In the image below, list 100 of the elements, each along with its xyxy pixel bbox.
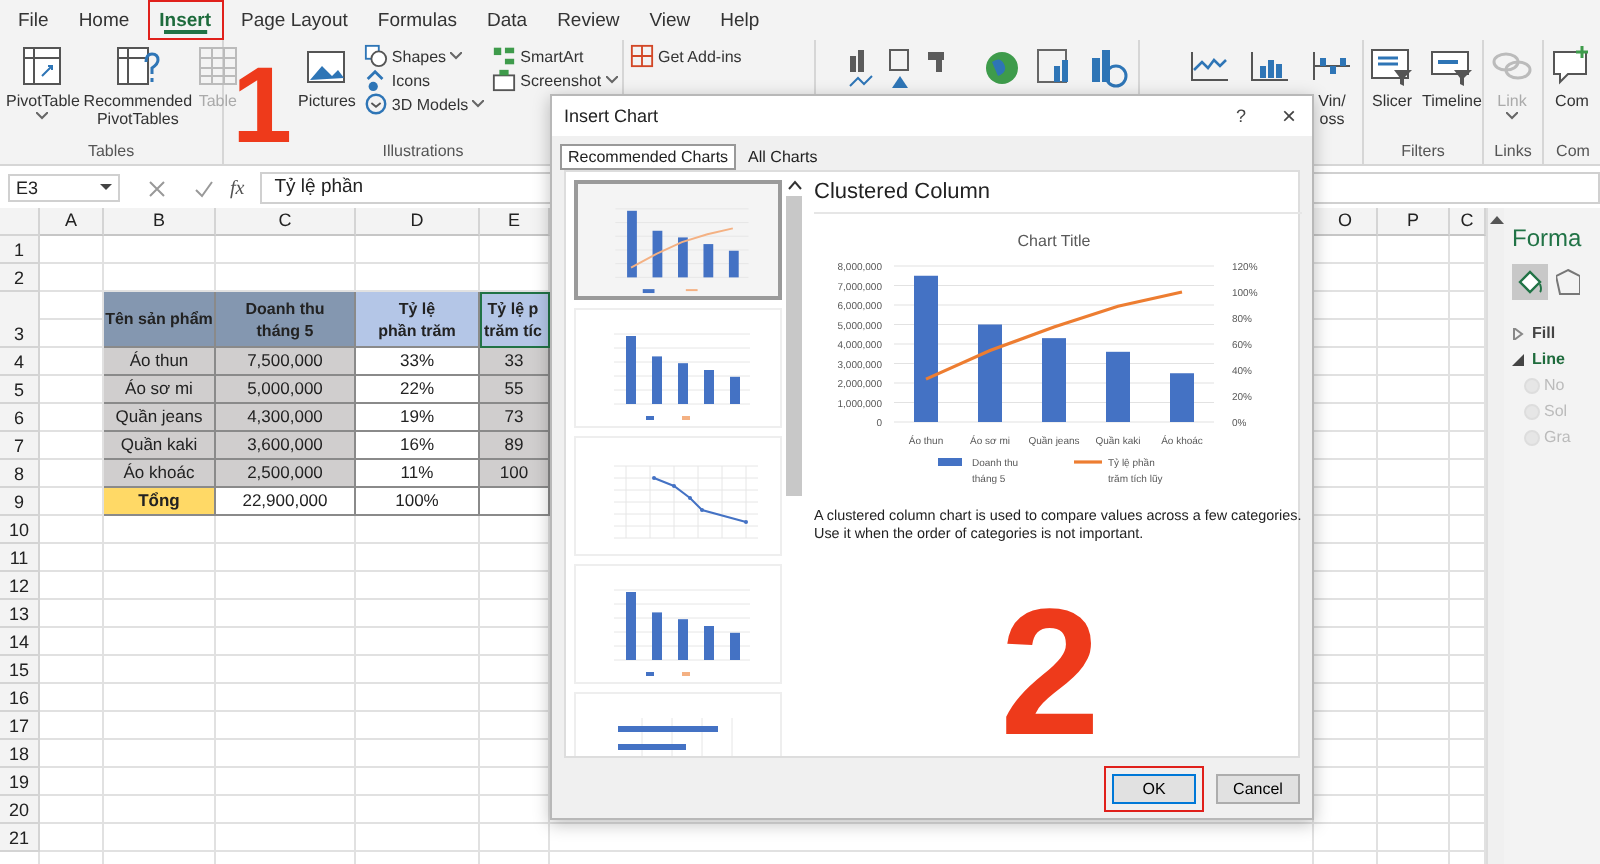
caret-icon xyxy=(450,52,463,60)
row-header[interactable]: 13 xyxy=(0,600,40,628)
row-header[interactable]: 9 xyxy=(0,488,40,516)
ribbon-button[interactable]: Vin/ oss xyxy=(1306,44,1358,128)
scroll-up-icon[interactable] xyxy=(1489,214,1503,226)
ribbon-button[interactable]: Com xyxy=(1548,44,1596,110)
cancel-icon[interactable] xyxy=(148,179,166,197)
ribbon-tab[interactable]: Insert xyxy=(147,0,224,40)
ribbon-tab[interactable]: Help xyxy=(708,0,772,40)
name-box[interactable]: E3 xyxy=(8,174,120,202)
table-cell: 33% xyxy=(356,348,480,376)
table-cell: Áo khoác xyxy=(104,460,216,488)
dialog-button[interactable]: Cancel xyxy=(1216,773,1300,803)
table-cell: Doanh thu tháng 5 xyxy=(216,292,356,348)
ribbon-tab[interactable]: Page Layout xyxy=(229,0,360,40)
pivot-chart-icon[interactable] xyxy=(1036,48,1072,88)
row-header[interactable]: 21 xyxy=(0,824,40,852)
table-cell: 7,500,000 xyxy=(216,348,356,376)
row-header[interactable]: 3 xyxy=(0,292,40,348)
table-cell: Áo sơ mi xyxy=(104,376,216,404)
ribbon-button[interactable]: Slicer xyxy=(1368,44,1416,110)
map-chart-icon[interactable] xyxy=(1088,48,1128,88)
row-header[interactable]: 2 xyxy=(0,264,40,292)
ribbon-button[interactable]: Timeline xyxy=(1420,44,1484,110)
row-header[interactable]: 10 xyxy=(0,516,40,544)
table-cell: 4,300,000 xyxy=(216,404,356,432)
ribbon-button[interactable]: Pictures xyxy=(296,44,358,110)
table-cell: Tên sản phẩm xyxy=(104,292,216,348)
row-header[interactable]: 12 xyxy=(0,572,40,600)
table-cell: Tỷ lệ p trăm tíc xyxy=(480,292,550,348)
table-cell: Quần jeans xyxy=(104,404,216,432)
ribbon-tab[interactable]: Review xyxy=(545,0,632,40)
column-header[interactable]: A xyxy=(40,208,104,236)
row-header[interactable]: 5 xyxy=(0,376,40,404)
ribbon-button[interactable]: SmartArt xyxy=(490,44,620,68)
group-label: Filters xyxy=(1399,142,1447,160)
row-header[interactable]: 17 xyxy=(0,712,40,740)
column-header[interactable]: D xyxy=(356,208,480,236)
table-cell: 33 xyxy=(480,348,550,376)
column-header[interactable]: B xyxy=(104,208,216,236)
column-header[interactable]: C xyxy=(1450,208,1486,236)
table-cell: Tổng xyxy=(104,488,216,516)
check-icon[interactable] xyxy=(194,179,214,197)
collapsed-arrow-icon xyxy=(1512,327,1524,339)
table-cell: Tỷ lệ phần trăm xyxy=(356,292,480,348)
table-cell: Quần kaki xyxy=(104,432,216,460)
paint-bucket-icon[interactable] xyxy=(1512,264,1548,300)
ribbon-button[interactable]: Screenshot xyxy=(490,68,620,92)
caret-icon xyxy=(1506,112,1518,120)
ribbon-button[interactable]: PivotTable xyxy=(4,44,82,120)
table-cell: 3,600,000 xyxy=(216,432,356,460)
close-button[interactable]: × xyxy=(1277,102,1300,130)
ribbon-button[interactable]: Shapes xyxy=(361,44,487,68)
column-header[interactable]: O xyxy=(1314,208,1378,236)
ribbon-button[interactable]: 3D Models xyxy=(361,92,487,116)
chart-type-title: Clustered Column xyxy=(814,180,1302,214)
scrollbar[interactable] xyxy=(1486,208,1504,864)
column-header[interactable]: P xyxy=(1378,208,1450,236)
section-toggle[interactable]: Fill xyxy=(1512,324,1556,342)
group-label: Tables xyxy=(85,142,137,160)
row-header[interactable]: 15 xyxy=(0,656,40,684)
section-toggle[interactable]: Line xyxy=(1512,350,1565,368)
caret-icon xyxy=(605,76,618,84)
screenshot-icon xyxy=(492,68,517,92)
dialog-title: Insert Chart xyxy=(564,106,659,126)
column-header[interactable]: E xyxy=(480,208,550,236)
function-button[interactable]: fx xyxy=(230,177,245,199)
row-header[interactable]: 6 xyxy=(0,404,40,432)
dialog-tab[interactable]: All Charts xyxy=(740,144,826,170)
scroll-up-icon[interactable] xyxy=(787,180,801,190)
caret-icon xyxy=(100,184,112,192)
group-label: Com xyxy=(1554,142,1592,160)
ribbon-button[interactable]: Recommended PivotTables xyxy=(85,44,190,128)
ribbon-tab[interactable]: Data xyxy=(474,0,540,40)
row-header[interactable]: 19 xyxy=(0,768,40,796)
table-cell: Áo thun xyxy=(104,348,216,376)
column-header[interactable]: C xyxy=(216,208,356,236)
smartart-icon xyxy=(492,44,517,68)
ribbon-button[interactable]: Icons xyxy=(361,68,487,92)
row-header[interactable]: 18 xyxy=(0,740,40,768)
ribbon-button[interactable]: Get Add-ins xyxy=(628,44,744,68)
row-header[interactable]: 4 xyxy=(0,348,40,376)
ribbon-tab[interactable]: Home xyxy=(66,0,142,40)
globe-icon[interactable] xyxy=(984,50,1020,86)
dialog-tab[interactable]: Recommended Charts xyxy=(560,144,737,170)
row-header[interactable]: 8 xyxy=(0,460,40,488)
row-header[interactable]: 20 xyxy=(0,796,40,824)
row-header[interactable]: 14 xyxy=(0,628,40,656)
row-header[interactable]: 7 xyxy=(0,432,40,460)
add-ins-icon xyxy=(630,44,654,68)
ribbon-tab[interactable]: File xyxy=(6,0,61,40)
row-header[interactable]: 1 xyxy=(0,236,40,264)
row-header[interactable]: 11 xyxy=(0,544,40,572)
ribbon-tab[interactable]: Formulas xyxy=(365,0,469,40)
ok-button[interactable]: OK xyxy=(1112,773,1196,803)
pentagon-icon[interactable] xyxy=(1556,266,1580,298)
help-button[interactable]: ? xyxy=(1231,102,1250,130)
row-header[interactable]: 16 xyxy=(0,684,40,712)
table-cell: 16% xyxy=(356,432,480,460)
ribbon-tab[interactable]: View xyxy=(637,0,703,40)
